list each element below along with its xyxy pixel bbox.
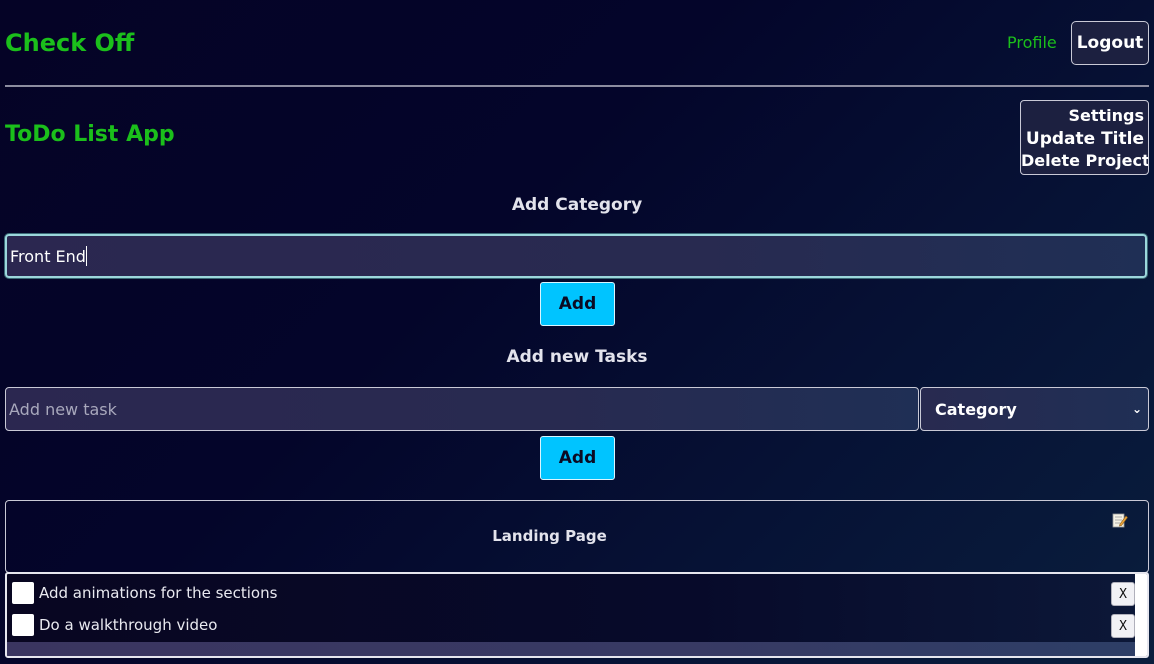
category-select[interactable]: Category ⌄ (920, 387, 1149, 431)
new-task-input[interactable] (5, 387, 919, 431)
settings-label[interactable]: Settings (1021, 105, 1144, 127)
memo-icon[interactable] (1112, 512, 1128, 528)
add-task-button[interactable]: Add (540, 436, 615, 480)
add-tasks-heading: Add new Tasks (506, 347, 648, 367)
project-settings-menu: Settings Update Title Delete Project (1020, 100, 1149, 175)
text-caret (85, 246, 87, 266)
delete-task-button[interactable]: X (1111, 582, 1135, 606)
horizontal-scrollbar[interactable] (7, 642, 1135, 656)
task-item: Do a walkthrough video X (11, 614, 1135, 638)
task-checkbox[interactable] (12, 582, 34, 604)
task-checkbox[interactable] (12, 614, 34, 636)
delete-project-button[interactable]: Delete Project (1021, 151, 1148, 171)
category-card: Landing Page (5, 500, 1149, 573)
add-category-heading: Add Category (511, 195, 643, 215)
task-text: Add animations for the sections (39, 584, 278, 602)
delete-task-button[interactable]: X (1111, 614, 1135, 638)
category-name: Landing Page (492, 527, 607, 545)
vertical-scrollbar[interactable] (1135, 574, 1147, 656)
project-title: ToDo List App (5, 122, 175, 147)
update-title-button[interactable]: Update Title (1021, 127, 1144, 151)
header-divider (5, 85, 1149, 87)
app-brand: Check Off (5, 29, 135, 57)
category-name-input[interactable]: Front End (5, 234, 1147, 278)
add-category-button[interactable]: Add (540, 282, 615, 326)
logout-button[interactable]: Logout (1071, 21, 1149, 65)
chevron-down-icon: ⌄ (1131, 402, 1142, 416)
task-list[interactable]: Add animations for the sections X Do a w… (5, 572, 1149, 658)
category-input-value: Front End (10, 246, 86, 266)
task-text: Do a walkthrough video (39, 616, 218, 634)
profile-link[interactable]: Profile (1007, 33, 1057, 53)
category-select-value: Category (935, 399, 1017, 419)
task-item: Add animations for the sections X (11, 582, 1135, 606)
